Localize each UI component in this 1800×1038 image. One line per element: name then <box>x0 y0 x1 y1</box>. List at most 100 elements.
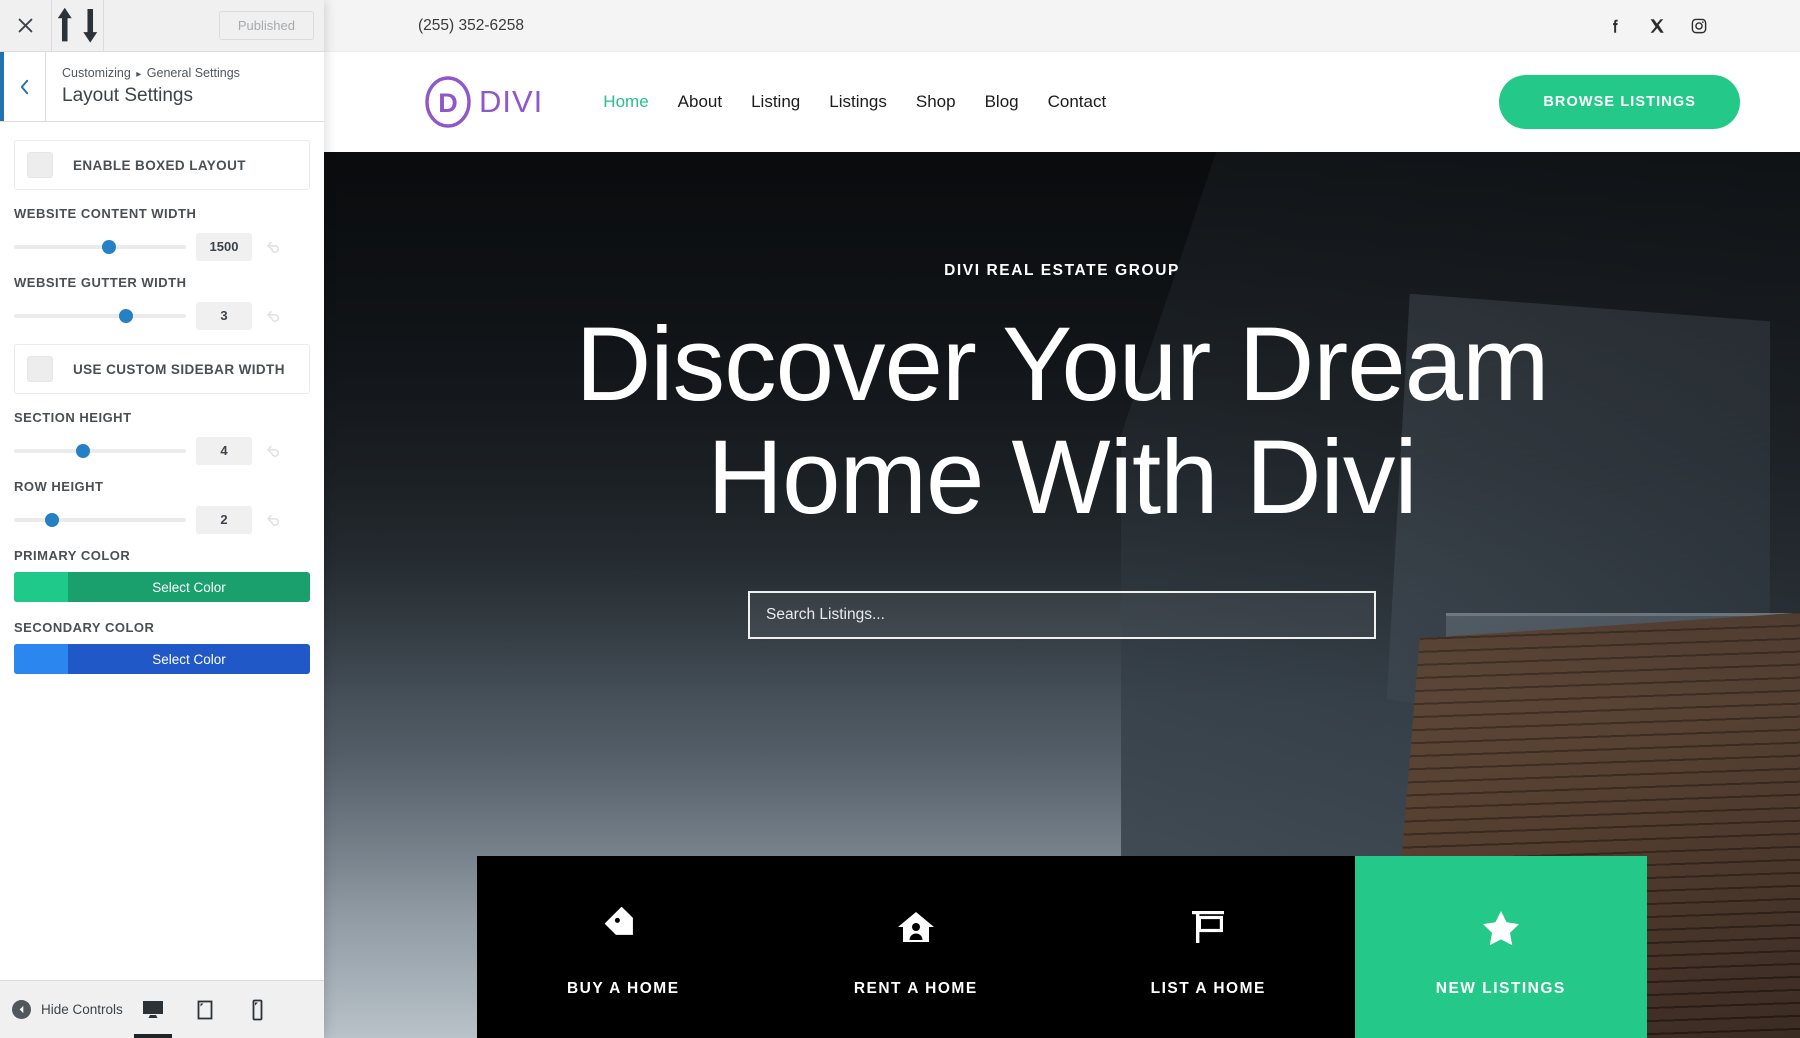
slider-track <box>14 518 186 523</box>
secondary-color-swatch <box>14 644 68 675</box>
for-sale-sign-icon <box>1188 902 1228 952</box>
undo-reset-icon[interactable] <box>260 303 286 329</box>
hero-title-line-2: Home With Divi <box>707 419 1417 537</box>
mobile-icon[interactable] <box>242 990 272 1030</box>
value-row-height[interactable]: 2 <box>196 506 252 535</box>
home-person-icon <box>896 902 936 952</box>
slider-handle[interactable] <box>75 444 90 459</box>
site-topbar: (255) 352-6258 <box>324 0 1800 52</box>
instagram-icon[interactable] <box>1690 17 1708 35</box>
control-secondary-color: SECONDARY COLOR Select Color <box>0 620 324 675</box>
site-logo[interactable]: D DIVI <box>420 74 543 130</box>
hero-content: DIVI REAL ESTATE GROUP Discover Your Dre… <box>324 152 1800 639</box>
control-primary-color: PRIMARY COLOR Select Color <box>0 548 324 603</box>
nav-item-contact[interactable]: Contact <box>1048 92 1107 112</box>
customizer-controls: ENABLE BOXED LAYOUT WEBSITE CONTENT WIDT… <box>0 122 324 980</box>
search-input[interactable] <box>766 605 1358 624</box>
control-label: WEBSITE CONTENT WIDTH <box>14 206 197 222</box>
primary-color-button[interactable]: Select Color <box>14 572 310 603</box>
close-icon[interactable] <box>0 0 52 51</box>
cta-label: NEW LISTINGS <box>1435 980 1566 997</box>
breadcrumb-section: General Settings <box>146 66 240 80</box>
breadcrumb: Customizing ▸ General Settings <box>62 64 240 83</box>
control-row-height: ROW HEIGHT 2 <box>0 479 324 535</box>
control-website-content-width: WEBSITE CONTENT WIDTH 1500 <box>0 206 324 262</box>
secondary-color-button[interactable]: Select Color <box>14 644 310 675</box>
published-status-button[interactable]: Published <box>218 11 314 40</box>
hero-title-line-1: Discover Your Dream <box>575 306 1549 423</box>
control-label: WEBSITE GUTTER WIDTH <box>14 275 187 291</box>
control-website-gutter-width: WEBSITE GUTTER WIDTH 3 <box>0 275 324 331</box>
cta-card-new-listings[interactable]: NEW LISTINGS <box>1354 856 1647 1038</box>
divi-logo-icon: D <box>420 74 476 130</box>
control-label: SECONDARY COLOR <box>14 620 155 636</box>
social-links <box>1606 17 1708 35</box>
control-section-height: SECTION HEIGHT 4 <box>0 410 324 466</box>
nav-item-blog[interactable]: Blog <box>985 92 1019 112</box>
breadcrumb-root: Customizing <box>62 66 131 80</box>
slider-handle[interactable] <box>118 309 133 324</box>
cta-card-rent-a-home[interactable]: RENT A HOME <box>769 856 1062 1038</box>
cta-label: RENT A HOME <box>853 980 978 997</box>
control-label: PRIMARY COLOR <box>14 548 131 564</box>
customizer-app: Published Customizing ▸ General Settings… <box>0 0 1800 1038</box>
browse-listings-button[interactable]: BROWSE LISTINGS <box>1499 75 1740 129</box>
customizer-topbar: Published <box>0 0 324 52</box>
hide-controls-label: Hide Controls <box>41 1002 123 1017</box>
slider-track <box>14 245 186 250</box>
customizer-panel-header: Customizing ▸ General Settings Layout Se… <box>0 52 324 123</box>
control-label: SECTION HEIGHT <box>14 410 132 426</box>
page-title: Layout Settings <box>62 84 193 106</box>
site-logo-text: DIVI <box>479 84 544 119</box>
back-button[interactable] <box>0 52 46 122</box>
cta-card-list-a-home[interactable]: LIST A HOME <box>1062 856 1355 1038</box>
slider-row: 2 <box>14 506 310 535</box>
hide-controls-button[interactable]: Hide Controls <box>12 1000 123 1019</box>
control-use-custom-sidebar-width[interactable]: USE CUSTOM SIDEBAR WIDTH <box>14 344 310 395</box>
star-icon <box>1481 902 1521 952</box>
value-website-gutter-width[interactable]: 3 <box>196 302 252 331</box>
phone-number[interactable]: (255) 352-6258 <box>418 17 524 35</box>
nav-item-about[interactable]: About <box>678 92 722 112</box>
undo-reset-icon[interactable] <box>260 438 286 464</box>
site-navbar: D DIVI Home About Listing Listings Shop … <box>324 52 1800 152</box>
slider-row: 4 <box>14 437 310 466</box>
site-preview: (255) 352-6258 D DIVI Home About Listing… <box>324 0 1800 1038</box>
control-label: USE CUSTOM SIDEBAR WIDTH <box>73 361 285 377</box>
slider-track <box>14 314 186 319</box>
desktop-icon[interactable] <box>134 990 172 1038</box>
slider-row-height[interactable] <box>14 510 186 530</box>
checkbox-use-custom-sidebar-width[interactable] <box>27 356 53 383</box>
nav-item-shop[interactable]: Shop <box>916 92 956 112</box>
slider-website-gutter-width[interactable] <box>14 306 186 326</box>
undo-reset-icon[interactable] <box>260 234 286 260</box>
hero-section: DIVI REAL ESTATE GROUP Discover Your Dre… <box>324 152 1800 1038</box>
nav-item-home[interactable]: Home <box>603 92 648 112</box>
nav-item-listing[interactable]: Listing <box>751 92 800 112</box>
customizer-footer: Hide Controls <box>0 980 324 1038</box>
control-enable-boxed-layout[interactable]: ENABLE BOXED LAYOUT <box>14 140 310 191</box>
facebook-icon[interactable] <box>1606 17 1624 35</box>
value-website-content-width[interactable]: 1500 <box>196 233 252 262</box>
slider-handle[interactable] <box>44 513 59 528</box>
cta-card-buy-a-home[interactable]: BUY A HOME <box>477 856 770 1038</box>
slider-handle[interactable] <box>101 240 116 255</box>
slider-row: 1500 <box>14 233 310 262</box>
tablet-icon[interactable] <box>190 990 220 1030</box>
nav-item-listings[interactable]: Listings <box>829 92 887 112</box>
hero-search-box[interactable] <box>748 590 1376 639</box>
undo-reset-icon[interactable] <box>260 507 286 533</box>
breadcrumb-separator-icon: ▸ <box>136 69 142 80</box>
primary-color-swatch <box>14 572 68 603</box>
expand-collapse-icon[interactable] <box>52 0 104 51</box>
slider-website-content-width[interactable] <box>14 237 186 257</box>
control-label: ROW HEIGHT <box>14 479 104 495</box>
checkbox-enable-boxed-layout[interactable] <box>27 152 53 179</box>
slider-track <box>14 449 186 454</box>
hero-title: Discover Your Dream Home With Divi <box>324 308 1800 535</box>
x-icon[interactable] <box>1648 17 1666 35</box>
slider-row: 3 <box>14 302 310 331</box>
primary-select-color-label: Select Color <box>152 579 226 595</box>
slider-section-height[interactable] <box>14 441 186 461</box>
value-section-height[interactable]: 4 <box>196 437 252 466</box>
